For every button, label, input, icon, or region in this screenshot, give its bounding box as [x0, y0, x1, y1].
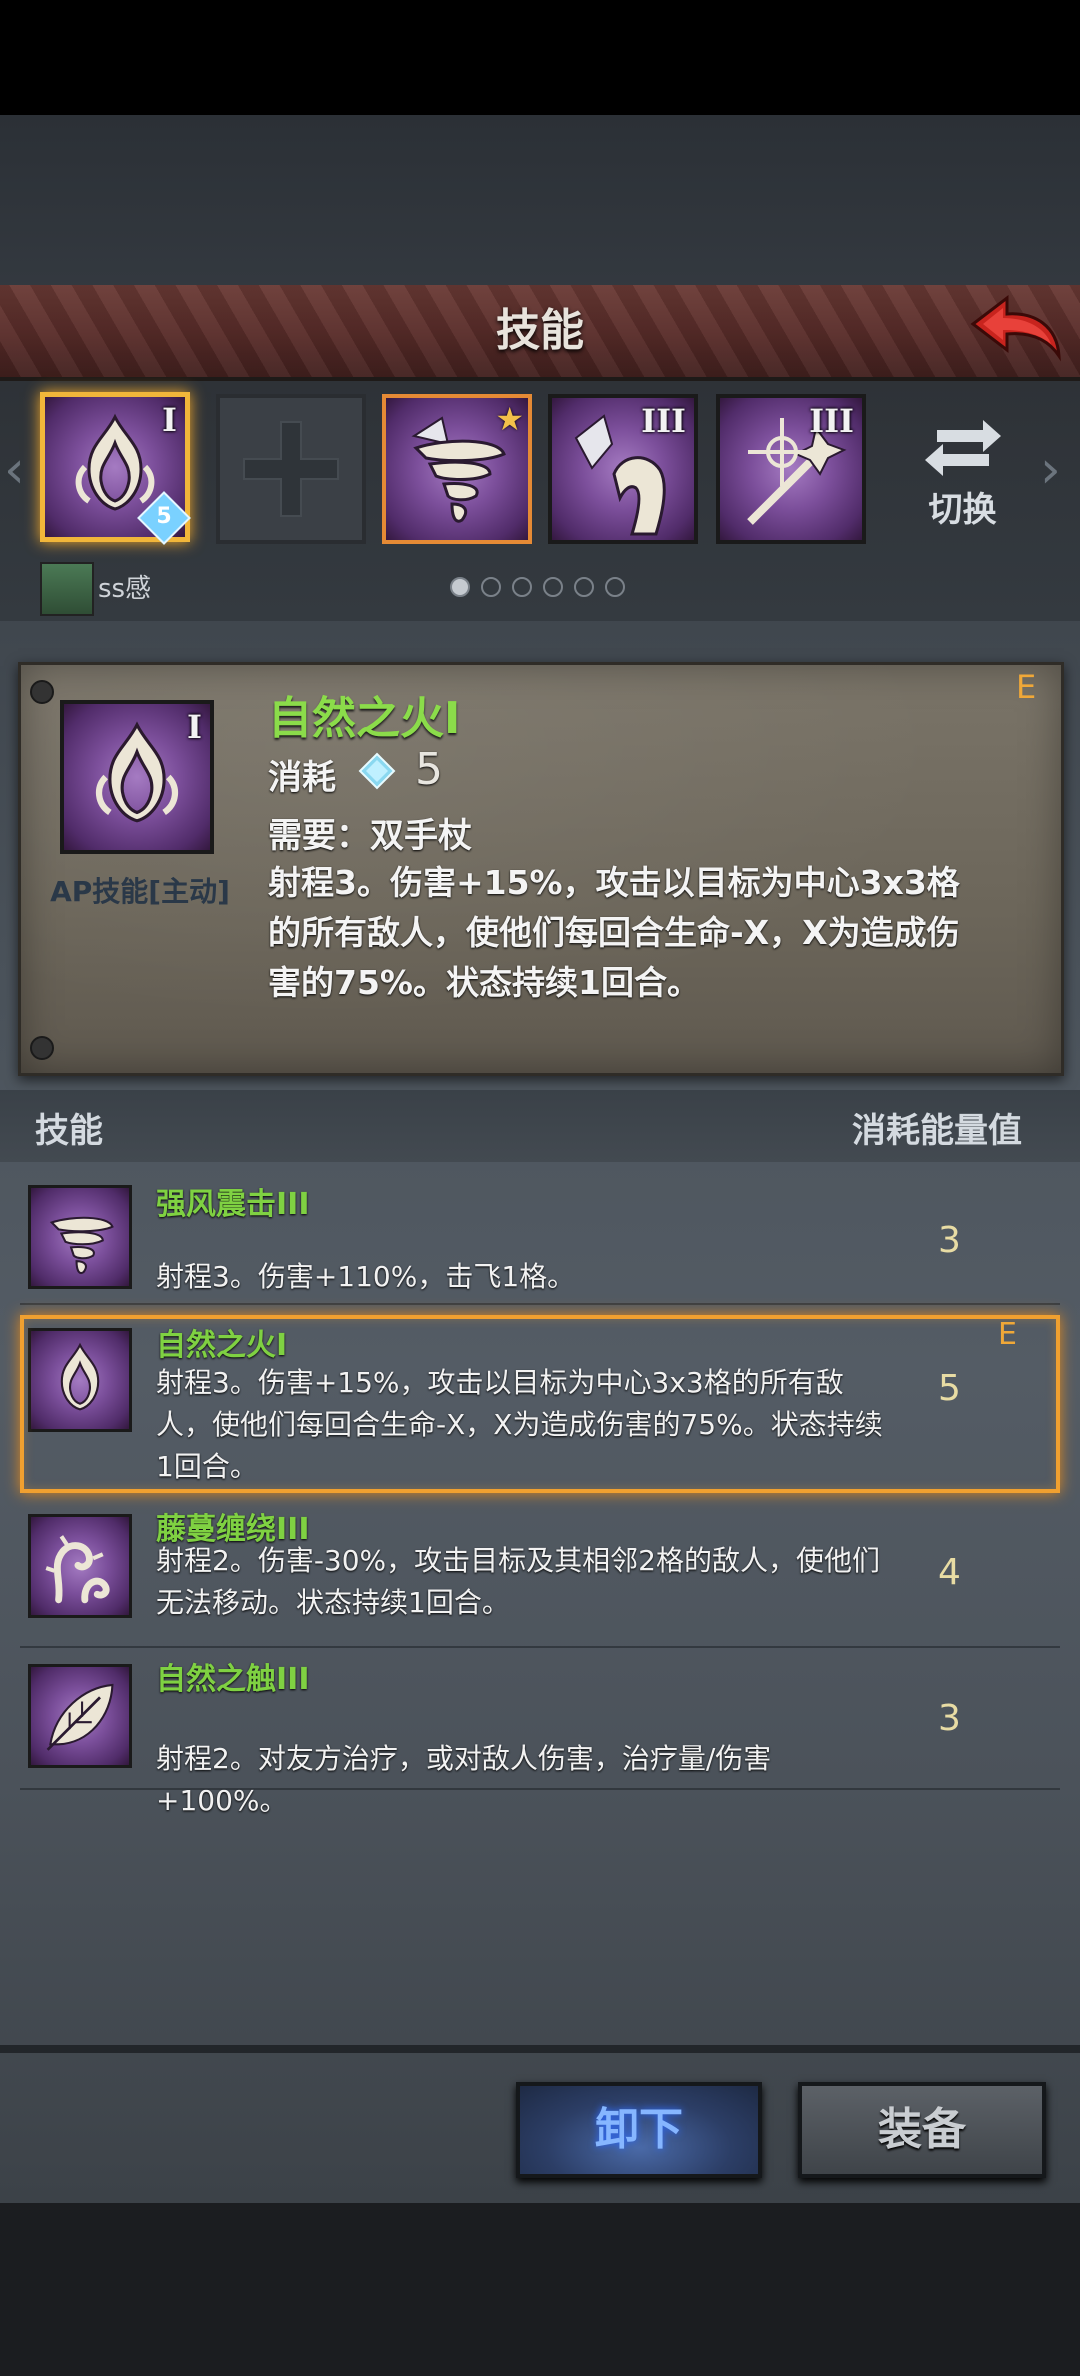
back-arrow-icon: [970, 294, 1061, 362]
skill-cost: 3: [938, 1698, 961, 1739]
equip-button[interactable]: 装备: [798, 2082, 1046, 2178]
scroll-right-icon[interactable]: ›: [1040, 440, 1061, 500]
vine-icon: [28, 1514, 132, 1618]
empty-slot-cross-icon: [243, 421, 339, 517]
list-header-skill: 技能: [35, 1111, 103, 1151]
detail-level: I: [187, 708, 202, 746]
page-title: 技能: [496, 305, 584, 356]
skill-cost: 4: [938, 1552, 961, 1593]
skill-slot-3[interactable]: ★: [382, 394, 532, 544]
detail-skill-icon: I: [60, 700, 214, 854]
list-item[interactable]: 强风震击III 射程3。伤害+110%，击飞1格。 3: [0, 1175, 1080, 1307]
requirement-text: 需要：双手杖: [268, 816, 472, 856]
energy-gem-icon: [358, 752, 396, 790]
switch-button[interactable]: 切换: [905, 410, 1020, 535]
skill-grade: E: [998, 1317, 1017, 1352]
avatar: [40, 562, 94, 616]
tornado-icon: [28, 1185, 132, 1289]
page-dot-5: [574, 577, 594, 597]
list-item[interactable]: 藤蔓缠绕III 射程2。伤害-30%，攻击目标及其相邻2格的敌人，使他们无法移动…: [0, 1508, 1080, 1640]
back-button[interactable]: [965, 290, 1065, 370]
divider: [20, 1303, 1060, 1305]
skill-name: 自然之触III: [156, 1662, 310, 1697]
leaf-icon: [28, 1664, 132, 1768]
rivet-icon: [30, 1036, 54, 1060]
divider: [20, 1646, 1060, 1648]
divider: [20, 1788, 1060, 1790]
slot-4-level: III: [641, 402, 686, 440]
slot-5-level: III: [809, 402, 854, 440]
list-item[interactable]: 自然之触III 射程2。对友方治疗，或对敌人伤害，治疗量/伤害+100%。 3: [0, 1656, 1080, 1817]
skill-slot-4[interactable]: III: [548, 394, 698, 544]
detail-skill-name: 自然之火I: [268, 693, 461, 744]
skill-cost: 3: [938, 1220, 961, 1261]
scroll-left-icon[interactable]: ‹: [4, 440, 25, 500]
user-name: ss感: [98, 574, 152, 604]
list-header-cost: 消耗能量值: [852, 1111, 1022, 1151]
skill-type-label: AP技能[主动]: [50, 875, 230, 908]
selected-row-frame: [20, 1315, 1060, 1493]
slot-1-level: I: [162, 401, 177, 439]
skill-slot-2-empty[interactable]: [216, 394, 366, 544]
page-dot-3: [512, 577, 532, 597]
page-dot-2: [481, 577, 501, 597]
page-dot-6: [605, 577, 625, 597]
cost-label: 消耗: [268, 758, 336, 798]
skill-slot-1[interactable]: I 5: [40, 392, 191, 545]
rivet-icon: [30, 680, 54, 704]
skill-description: 射程2。对友方治疗，或对敌人伤害，治疗量/伤害+100%。: [156, 1742, 772, 1817]
status-bar-area: [0, 0, 1080, 115]
slot-1-badge: 5: [156, 504, 172, 529]
star-icon: ★: [495, 400, 524, 438]
unequip-button[interactable]: 卸下: [516, 2082, 762, 2178]
navigation-bar-area: [0, 2203, 1080, 2376]
skill-description: 射程2。伤害-30%，攻击目标及其相邻2格的敌人，使他们无法移动。状态持续1回合…: [156, 1544, 880, 1619]
bottom-divider: [0, 2045, 1080, 2053]
detail-grade: E: [1016, 668, 1037, 706]
switch-label: 切换: [928, 490, 997, 530]
skill-name: 强风震击III: [156, 1187, 310, 1222]
swap-arrows-icon: [925, 420, 1001, 476]
page-dot-1: [450, 577, 470, 597]
cost-value: 5: [415, 744, 443, 795]
detail-description: 射程3。伤害+15%，攻击以目标为中心3x3格的所有敌人，使他们每回合生命-X，…: [268, 863, 960, 1002]
page-dot-4: [543, 577, 563, 597]
skill-slot-5[interactable]: III: [716, 394, 866, 544]
skill-description: 射程3。伤害+110%，击飞1格。: [156, 1260, 576, 1293]
